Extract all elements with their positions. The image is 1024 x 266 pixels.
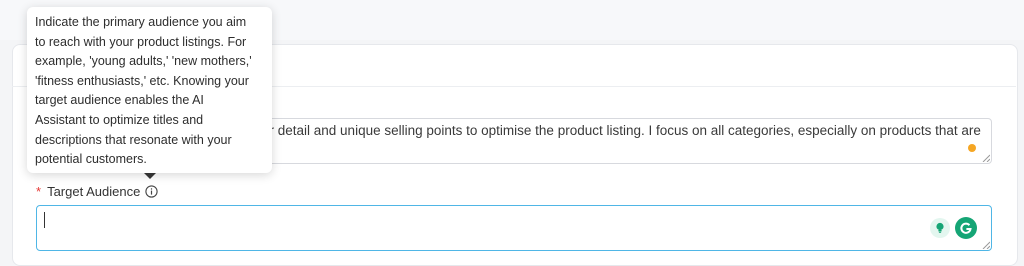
tooltip-arrow	[144, 173, 156, 179]
grammarly-notice-dot[interactable]	[968, 144, 976, 152]
tooltip-line: to reach with your product listings. For	[35, 34, 247, 49]
target-audience-label: * Target Audience	[36, 183, 158, 199]
tooltip-line: target audience enables the AI	[35, 93, 204, 108]
target-audience-input[interactable]	[36, 205, 992, 251]
target-audience-tooltip: Indicate the primary audience you aim to…	[27, 7, 272, 173]
description-text-line-1: or detail and unique selling points to o…	[262, 123, 981, 138]
resize-handle-icon[interactable]	[982, 154, 990, 162]
target-audience-label-text: Target Audience	[47, 183, 141, 199]
tooltip-line: 'fitness enthusiasts,' etc. Knowing your	[35, 73, 249, 88]
resize-handle-icon[interactable]	[982, 241, 990, 249]
grammarly-g-icon[interactable]	[955, 217, 977, 239]
tooltip-line: Indicate the primary audience you aim	[35, 15, 247, 29]
lightbulb-icon[interactable]	[930, 218, 950, 238]
text-cursor	[44, 212, 45, 228]
required-asterisk: *	[36, 183, 42, 199]
tooltip-line: descriptions that resonate with your	[35, 132, 232, 147]
tooltip-line: potential customers.	[35, 152, 147, 167]
tooltip-line: example, 'young adults,' 'new mothers,'	[35, 54, 252, 69]
tooltip-line: Assistant to optimize titles and	[35, 112, 204, 127]
info-circle-icon[interactable]	[145, 184, 158, 198]
description-text-line-2: .	[262, 141, 992, 156]
